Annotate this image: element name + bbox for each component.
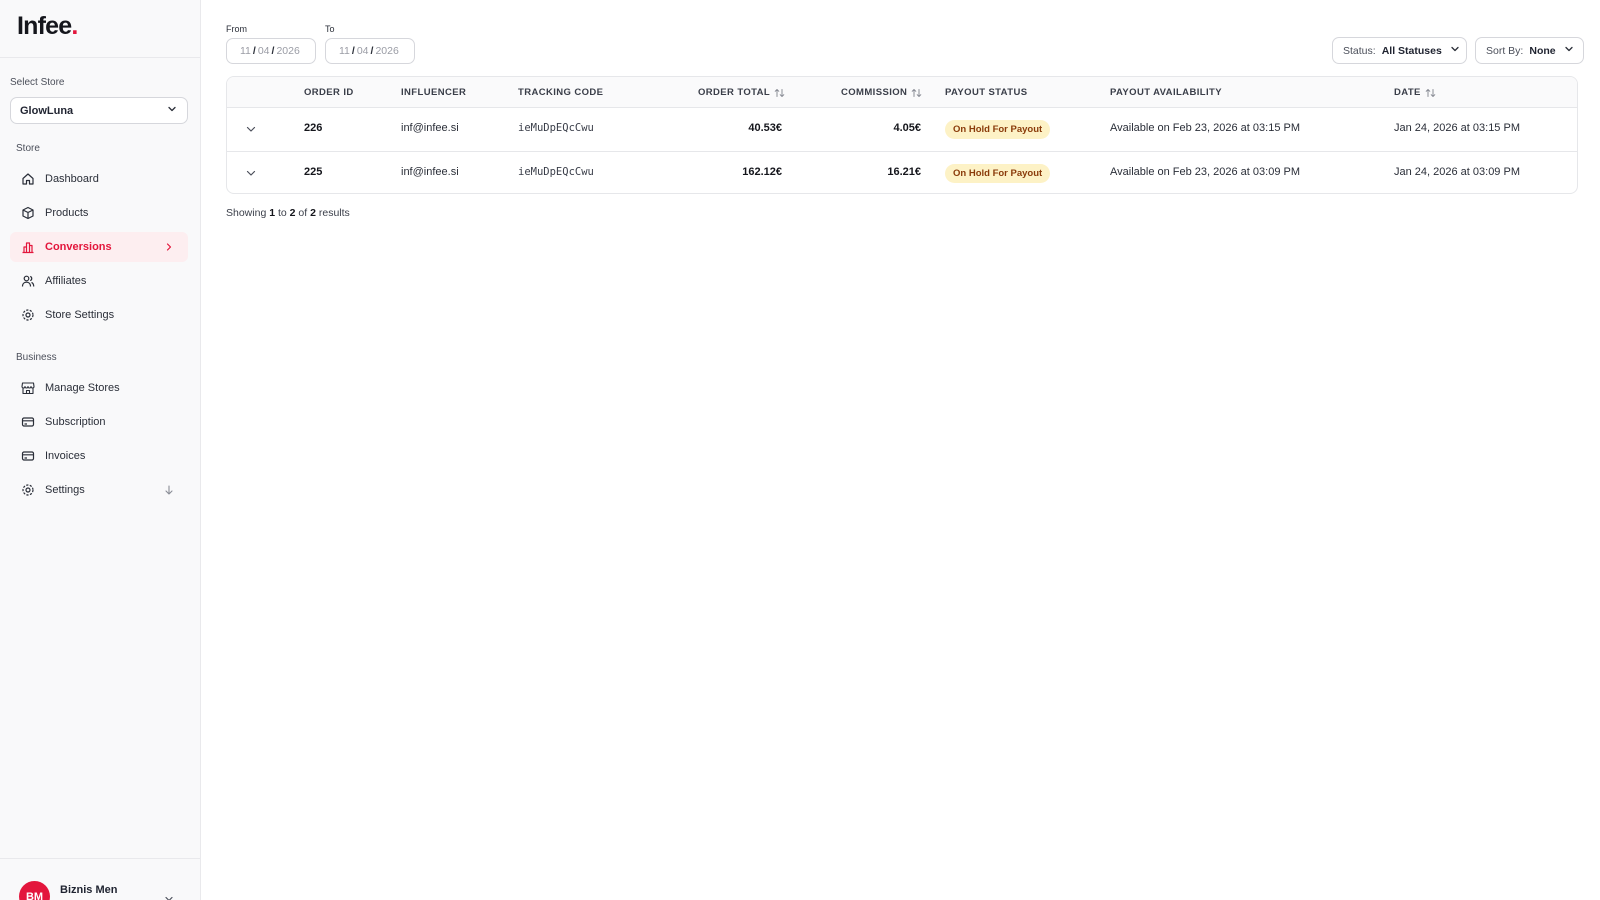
tracking-code-cell: ieMuDpEQcCwu: [518, 122, 594, 134]
expand-row-chevron-icon[interactable]: [243, 121, 259, 137]
order-total-cell: 162.12€: [742, 166, 782, 178]
to-day: 11: [339, 45, 350, 57]
sidebar-item-label: Subscription: [45, 416, 106, 428]
order-total-cell: 40.53€: [748, 122, 782, 134]
tracking-code-cell: ieMuDpEQcCwu: [518, 166, 594, 178]
pagination-summary: Showing 1 to 2 of 2 results: [226, 207, 350, 219]
table-header: ORDER ID INFLUENCER TRACKING CODE ORDER …: [227, 77, 1577, 108]
payout-availability-cell: Available on Feb 23, 2026 at 03:15 PM: [1110, 122, 1300, 134]
order-id-cell: 225: [304, 166, 323, 178]
bar-chart-icon: [21, 240, 35, 254]
select-store-label: Select Store: [10, 77, 65, 88]
gear-icon: [21, 483, 35, 497]
commission-cell: 4.05€: [893, 122, 921, 134]
column-header-order-total[interactable]: ORDER TOTAL: [698, 87, 785, 98]
column-header-date[interactable]: DATE: [1394, 87, 1436, 98]
sidebar-item-affiliates[interactable]: Affiliates: [10, 266, 188, 296]
home-icon: [21, 172, 35, 186]
date-separator: /: [271, 45, 275, 57]
user-name: Biznis Men: [60, 884, 118, 896]
gear-icon: [21, 308, 35, 322]
date-separator: /: [370, 45, 374, 57]
user-menu[interactable]: BM Biznis Men: [19, 878, 184, 900]
column-header-order-id: ORDER ID: [304, 87, 354, 98]
conversions-table: ORDER ID INFLUENCER TRACKING CODE ORDER …: [226, 76, 1578, 194]
section-label-store: Store: [16, 143, 40, 154]
order-id-cell: 226: [304, 122, 323, 134]
sidebar-item-label: Conversions: [45, 241, 112, 253]
column-header-influencer: INFLUENCER: [401, 87, 467, 98]
sidebar: Infee. Select Store GlowLuna Store Dashb…: [0, 0, 201, 900]
chevron-down-icon: [1564, 44, 1574, 57]
date-separator: /: [252, 45, 256, 57]
from-year: 2026: [276, 45, 300, 57]
divider: [0, 858, 200, 859]
sidebar-item-label: Affiliates: [45, 275, 87, 287]
chevron-down-icon: [167, 104, 177, 117]
payout-availability-cell: Available on Feb 23, 2026 at 03:09 PM: [1110, 166, 1300, 178]
status-filter-value: All Statuses: [1381, 44, 1442, 57]
sidebar-item-label: Manage Stores: [45, 382, 120, 394]
sidebar-item-label: Dashboard: [45, 173, 99, 185]
store-select[interactable]: GlowLuna: [10, 97, 188, 124]
to-label: To: [325, 24, 335, 34]
status-filter-label: Status:: [1343, 44, 1376, 57]
sidebar-item-label: Products: [45, 207, 89, 219]
sidebar-item-dashboard[interactable]: Dashboard: [10, 164, 188, 194]
avatar: BM: [19, 881, 50, 900]
status-badge: On Hold For Payout: [945, 164, 1051, 183]
chevron-down-icon: [164, 891, 174, 900]
storefront-icon: [21, 381, 35, 395]
box-icon: [21, 206, 35, 220]
brand-logo[interactable]: Infee.: [17, 12, 78, 41]
arrow-down-icon: [162, 483, 176, 497]
from-label: From: [226, 24, 247, 34]
from-day: 11: [240, 45, 251, 57]
from-month: 04: [257, 45, 270, 57]
commission-cell: 16.21€: [887, 166, 921, 178]
sidebar-item-settings[interactable]: Settings: [10, 475, 188, 505]
sidebar-item-store-settings[interactable]: Store Settings: [10, 300, 188, 330]
date-cell: Jan 24, 2026 at 03:15 PM: [1394, 122, 1520, 134]
influencer-cell: inf@infee.si: [401, 166, 459, 178]
column-header-tracking-code: TRACKING CODE: [518, 87, 604, 98]
sidebar-item-label: Settings: [45, 484, 85, 496]
sidebar-item-conversions[interactable]: Conversions: [10, 232, 188, 262]
chevron-down-icon: [1450, 44, 1460, 57]
expand-row-chevron-icon[interactable]: [243, 165, 259, 181]
table-row[interactable]: 225 inf@infee.si ieMuDpEQcCwu 162.12€ 16…: [227, 152, 1577, 193]
card-icon: [21, 449, 35, 463]
sidebar-item-label: Invoices: [45, 450, 86, 462]
sidebar-item-products[interactable]: Products: [10, 198, 188, 228]
divider: [0, 57, 200, 58]
from-date-input[interactable]: 11 / 04 / 2026: [226, 38, 316, 64]
card-icon: [21, 415, 35, 429]
date-separator: /: [351, 45, 355, 57]
sidebar-item-subscription[interactable]: Subscription: [10, 407, 188, 437]
users-icon: [21, 274, 35, 288]
section-label-business: Business: [16, 352, 57, 363]
status-badge: On Hold For Payout: [945, 120, 1051, 139]
column-header-commission[interactable]: COMMISSION: [841, 87, 922, 98]
to-month: 04: [356, 45, 369, 57]
sort-icon[interactable]: [911, 88, 922, 98]
to-date-input[interactable]: 11 / 04 / 2026: [325, 38, 415, 64]
influencer-cell: inf@infee.si: [401, 122, 459, 134]
chevron-right-icon: [162, 240, 176, 254]
sort-by-value: None: [1529, 44, 1556, 57]
sidebar-item-label: Store Settings: [45, 309, 115, 321]
sort-icon[interactable]: [774, 88, 785, 98]
status-filter-select[interactable]: Status: All Statuses: [1332, 37, 1467, 64]
sidebar-item-invoices[interactable]: Invoices: [10, 441, 188, 471]
to-year: 2026: [375, 45, 399, 57]
sidebar-item-manage-stores[interactable]: Manage Stores: [10, 373, 188, 403]
sort-by-label: Sort By:: [1486, 44, 1524, 57]
column-header-payout-availability: PAYOUT AVAILABILITY: [1110, 87, 1222, 98]
sort-by-select[interactable]: Sort By: None: [1475, 37, 1584, 64]
sort-icon[interactable]: [1425, 88, 1436, 98]
table-row[interactable]: 226 inf@infee.si ieMuDpEQcCwu 40.53€ 4.0…: [227, 108, 1577, 151]
date-cell: Jan 24, 2026 at 03:09 PM: [1394, 166, 1520, 178]
store-select-value: GlowLuna: [20, 104, 74, 117]
column-header-payout-status: PAYOUT STATUS: [945, 87, 1028, 98]
